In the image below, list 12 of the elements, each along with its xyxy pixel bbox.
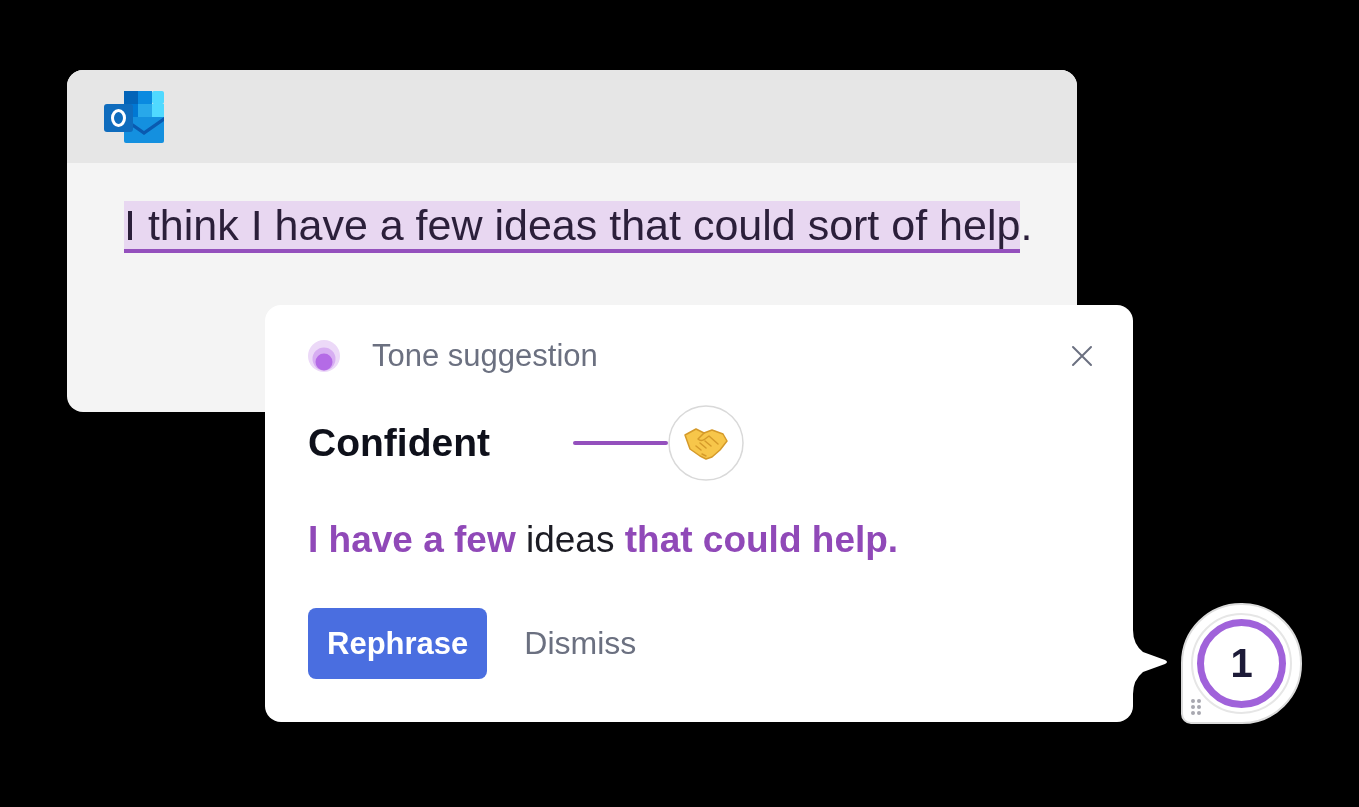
dismiss-button[interactable]: Dismiss <box>524 623 637 664</box>
suggestion-type-label: Tone suggestion <box>372 338 598 374</box>
handshake-icon <box>668 404 744 481</box>
rewrite-text: I have a few ideas that could help. <box>308 518 899 562</box>
rephrase-button[interactable]: Rephrase <box>308 608 488 679</box>
drag-handle-icon <box>1190 698 1202 716</box>
app-logo-icon <box>104 91 165 144</box>
layered-dot-icon <box>308 340 340 372</box>
suggestion-count-button[interactable]: 1 <box>1181 603 1302 724</box>
tone-label: Confident <box>308 420 491 465</box>
close-icon <box>1071 345 1093 367</box>
close-button[interactable] <box>1071 345 1093 367</box>
